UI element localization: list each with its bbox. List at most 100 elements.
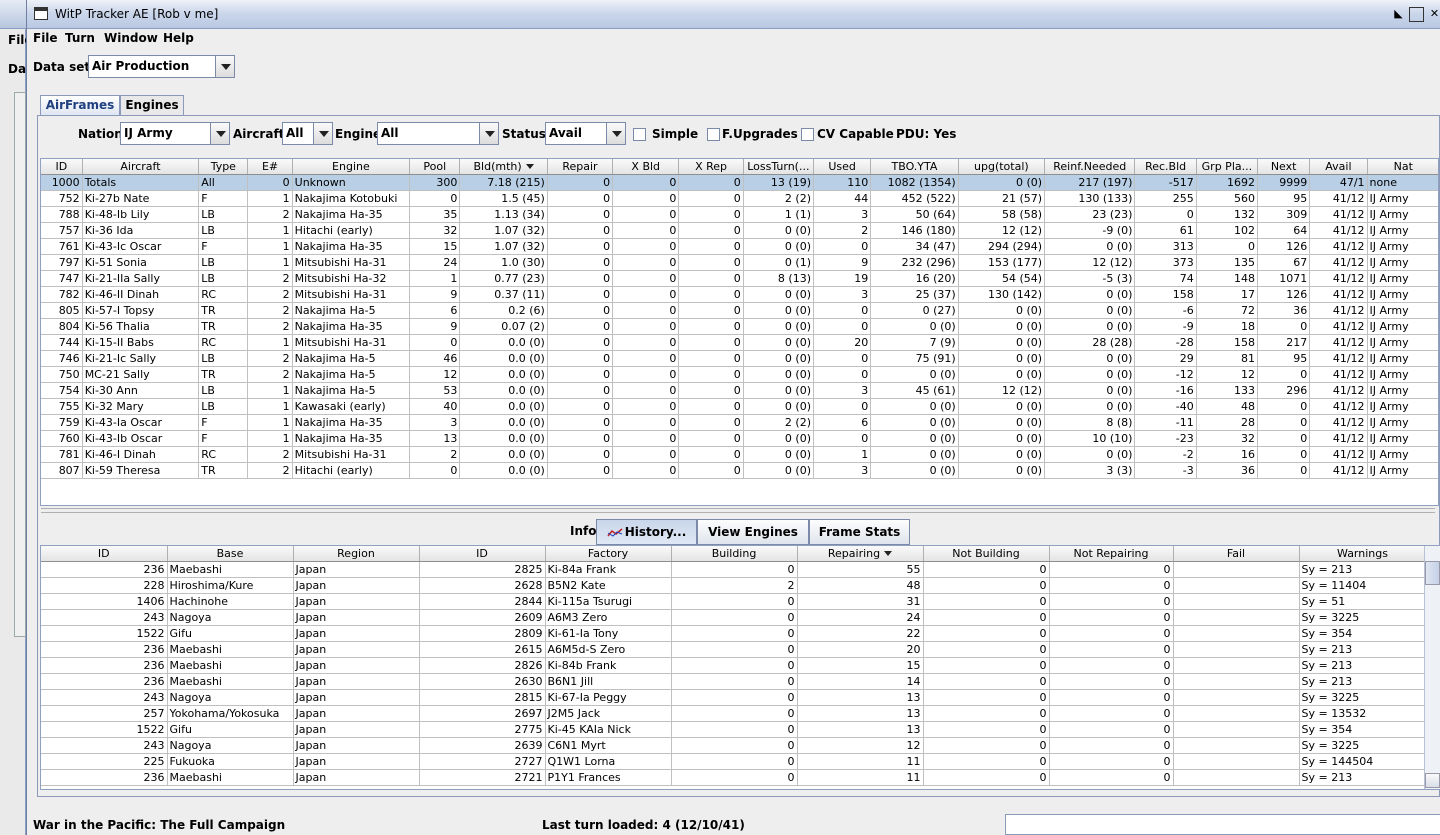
column-header[interactable]: Factory <box>545 546 672 562</box>
table-row[interactable]: 759 Ki-43-Ia Oscar F 1 Nakajima Ha-35 3 0.0 (0… <box>41 414 1438 431</box>
chevron-down-icon[interactable] <box>210 123 229 144</box>
column-header[interactable]: Repair <box>547 159 614 175</box>
menu-turn[interactable]: Turn <box>65 31 95 45</box>
column-header[interactable]: TBO.YTA <box>870 159 959 175</box>
split-divider[interactable] <box>41 508 1435 513</box>
table-row[interactable]: 228 Hiroshima/Kure Japan 2628 B5N2 Kate 2 48 0 0… <box>41 577 1427 594</box>
factories-scrollbar[interactable] <box>1424 546 1440 789</box>
column-header[interactable]: E# <box>247 159 293 175</box>
table-row[interactable]: 797 Ki-51 Sonia LB 1 Mitsubishi Ha-31 24 1.0 (… <box>41 254 1438 271</box>
chevron-down-icon[interactable] <box>215 56 234 77</box>
column-header[interactable]: Rec.Bld <box>1134 159 1197 175</box>
table-row[interactable]: 243 Nagoya Japan 2609 A6M3 Zero 0 24 0 0 Sy = 322… <box>41 609 1427 626</box>
column-header[interactable]: Next <box>1257 159 1311 175</box>
table-row[interactable]: 754 Ki-30 Ann LB 1 Nakajima Ha-5 53 0.0 (0) 0 0 0… <box>41 382 1438 399</box>
scroll-thumb[interactable] <box>1425 561 1440 585</box>
history-button[interactable]: History... <box>596 519 697 545</box>
table-cell: 1 <box>409 270 461 287</box>
maximize-icon[interactable] <box>1409 7 1424 22</box>
table-row[interactable]: 1000 Totals All 0 Unknown 300 7.18 (215) 0 0 0 13 … <box>41 174 1438 191</box>
aircraft-select[interactable]: All <box>282 122 333 145</box>
status-select[interactable]: Avail <box>545 122 626 145</box>
table-row[interactable]: 747 Ki-21-IIa Sally LB 2 Mitsubishi Ha-32 1 0.… <box>41 270 1438 287</box>
table-row[interactable]: 761 Ki-43-Ic Oscar F 1 Nakajima Ha-35 15 1.07 … <box>41 238 1438 255</box>
table-row[interactable]: 744 Ki-15-II Babs RC 1 Mitsubishi Ha-31 0 0.0 … <box>41 334 1438 351</box>
menu-window[interactable]: Window <box>104 31 158 45</box>
table-row[interactable]: 781 Ki-46-I Dinah RC 2 Mitsubishi Ha-31 2 0.0 … <box>41 446 1438 463</box>
table-row[interactable]: 807 Ki-59 Theresa TR 2 Hitachi (early) 0 0.0 (… <box>41 462 1438 479</box>
table-row[interactable]: 805 Ki-57-I Topsy TR 2 Nakajima Ha-5 6 0.2 (6)… <box>41 302 1438 319</box>
tab-engines[interactable]: Engines <box>120 95 184 115</box>
table-row[interactable]: 236 Maebashi Japan 2630 B6N1 Jill 0 14 0 0 Sy = 2… <box>41 673 1427 690</box>
column-header[interactable]: Grp Pla... <box>1196 159 1259 175</box>
table-cell <box>1173 689 1300 706</box>
column-header[interactable]: Repairing <box>797 546 924 562</box>
column-header[interactable]: Pool <box>409 159 461 175</box>
table-row[interactable]: 788 Ki-48-Ib Lily LB 2 Nakajima Ha-35 35 1.13 … <box>41 206 1438 223</box>
view-engines-button[interactable]: View Engines <box>697 519 809 545</box>
column-header[interactable]: LossTurn(... <box>743 159 815 175</box>
table-row[interactable]: 752 Ki-27b Nate F 1 Nakajima Kotobuki 0 1.5 (4… <box>41 190 1438 207</box>
table-row[interactable]: 225 Fukuoka Japan 2727 Q1W1 Lorna 0 11 0 0 Sy = 1… <box>41 753 1427 770</box>
engine-select[interactable]: All <box>377 122 499 145</box>
table-row[interactable]: 243 Nagoya Japan 2639 C6N1 Myrt 0 12 0 0 Sy = 322… <box>41 737 1427 754</box>
column-header[interactable]: Not Building <box>923 546 1050 562</box>
column-header[interactable]: Avail <box>1309 159 1368 175</box>
table-row[interactable]: 236 Maebashi Japan 2721 P1Y1 Frances 0 11 0 0 Sy … <box>41 769 1427 786</box>
table-row[interactable]: 257 Yokohama/Yokosuka Japan 2697 J2M5 Jack 0 1… <box>41 705 1427 722</box>
menu-file[interactable]: File <box>33 31 58 45</box>
table-row[interactable]: 236 Maebashi Japan 2615 A6M5d-S Zero 0 20 0 0 Sy … <box>41 641 1427 658</box>
column-header[interactable]: ID <box>419 546 546 562</box>
dataset-select[interactable]: Air Production <box>88 55 235 78</box>
column-header[interactable]: Fail <box>1173 546 1300 562</box>
fupgrades-checkbox[interactable] <box>707 128 720 141</box>
table-row[interactable]: 1522 Gifu Japan 2775 Ki-45 KAIa Nick 0 13 0 0 Sy … <box>41 721 1427 738</box>
table-row[interactable]: 746 Ki-21-Ic Sally LB 2 Nakajima Ha-5 46 0.0 (… <box>41 350 1438 367</box>
chevron-down-icon[interactable] <box>606 123 625 144</box>
simple-checkbox[interactable] <box>633 128 646 141</box>
column-header[interactable]: ID <box>41 546 168 562</box>
chevron-down-icon[interactable] <box>479 123 498 144</box>
column-header[interactable]: Nat <box>1367 159 1438 175</box>
column-header[interactable]: Warnings <box>1299 546 1427 562</box>
table-row[interactable]: 782 Ki-46-II Dinah RC 2 Mitsubishi Ha-31 9 0.3… <box>41 286 1438 303</box>
frame-stats-button[interactable]: Frame Stats <box>809 519 910 545</box>
table-cell: 1.07 (32) <box>459 238 548 255</box>
column-header[interactable]: Building <box>671 546 798 562</box>
background-menu-file[interactable]: File <box>8 33 26 47</box>
table-row[interactable]: 760 Ki-43-Ib Oscar F 1 Nakajima Ha-35 13 0.0 (… <box>41 430 1438 447</box>
column-header[interactable]: upg(total) <box>958 159 1046 175</box>
tab-airframes[interactable]: AirFrames <box>40 95 120 115</box>
table-row[interactable]: 236 Maebashi Japan 2825 Ki-84a Frank 0 55 0 0 Sy … <box>41 561 1427 578</box>
table-row[interactable]: 757 Ki-36 Ida LB 1 Hitachi (early) 32 1.07 (32… <box>41 222 1438 239</box>
column-header[interactable]: Used <box>813 159 872 175</box>
nation-select[interactable]: IJ Army <box>120 122 230 145</box>
column-header[interactable]: Not Repairing <box>1049 546 1174 562</box>
table-row[interactable]: 755 Ki-32 Mary LB 1 Kawasaki (early) 40 0.0 (0… <box>41 398 1438 415</box>
chevron-down-icon[interactable] <box>313 123 332 144</box>
table-cell: Japan <box>293 753 420 770</box>
column-header[interactable]: Region <box>293 546 420 562</box>
scroll-down-icon[interactable] <box>1425 773 1440 788</box>
close-icon[interactable]: ✕ <box>1427 7 1440 22</box>
table-row[interactable]: 243 Nagoya Japan 2815 Ki-67-Ia Peggy 0 13 0 0 Sy … <box>41 689 1427 706</box>
title-bar[interactable]: WitP Tracker AE [Rob v me] ◣ ✕ <box>27 0 1440 29</box>
table-row[interactable]: 1406 Hachinohe Japan 2844 Ki-115a Tsurugi 0 31… <box>41 593 1427 610</box>
column-header[interactable]: X Rep <box>678 159 744 175</box>
column-header[interactable]: Reinf.Needed <box>1044 159 1136 175</box>
column-header[interactable]: ID <box>41 159 83 175</box>
menu-help[interactable]: Help <box>163 31 194 45</box>
cv-capable-checkbox[interactable] <box>801 128 814 141</box>
column-header[interactable]: Engine <box>292 159 411 175</box>
column-header[interactable]: Bld(mth) <box>459 159 548 175</box>
table-row[interactable]: 236 Maebashi Japan 2826 Ki-84b Frank 0 15 0 0 Sy … <box>41 657 1427 674</box>
column-header-label: Building <box>711 546 757 560</box>
table-row[interactable]: 750 MC-21 Sally TR 2 Nakajima Ha-5 12 0.0 (0) 0… <box>41 366 1438 383</box>
column-header[interactable]: Type <box>198 159 249 175</box>
column-header[interactable]: Aircraft <box>82 159 200 175</box>
column-header[interactable]: Base <box>167 546 294 562</box>
column-header[interactable]: X Bld <box>612 159 680 175</box>
table-row[interactable]: 1522 Gifu Japan 2809 Ki-61-Ia Tony 0 22 0 0 Sy = … <box>41 625 1427 642</box>
minimize-icon[interactable]: ◣ <box>1391 7 1406 22</box>
table-row[interactable]: 804 Ki-56 Thalia TR 2 Nakajima Ha-35 9 0.07 (2… <box>41 318 1438 335</box>
